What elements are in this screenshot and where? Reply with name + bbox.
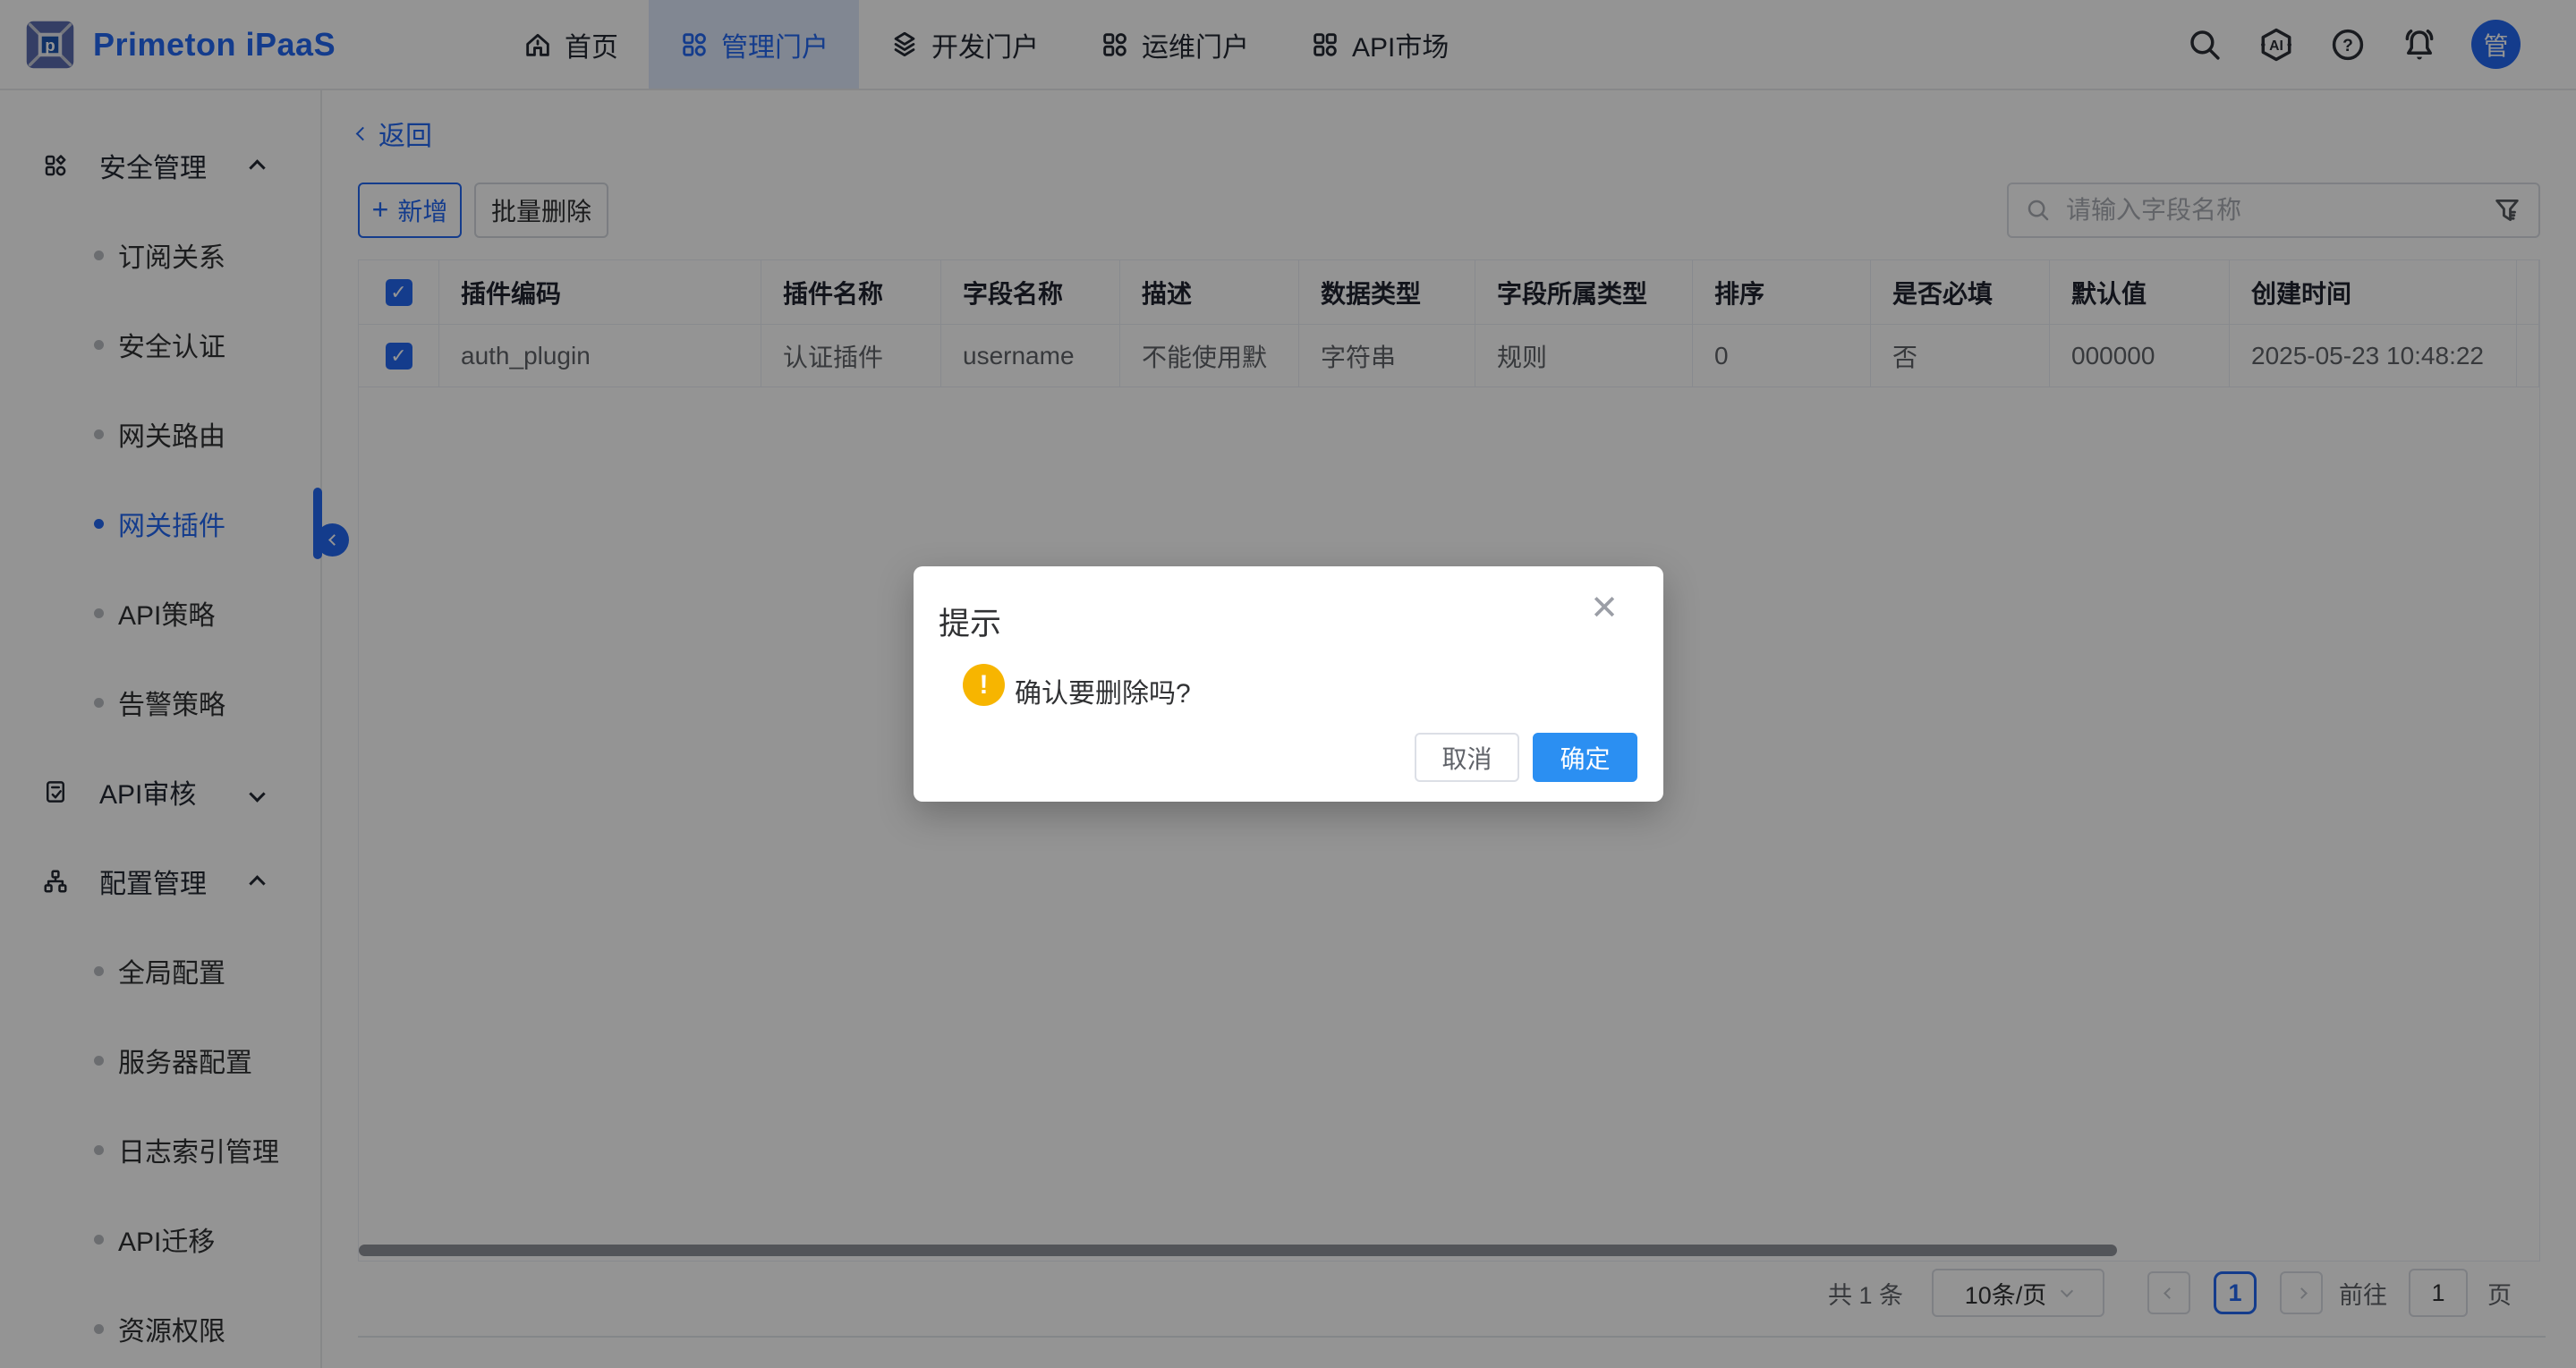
warning-icon: ! xyxy=(963,664,1005,706)
dialog-message: 确认要删除吗? xyxy=(1015,671,1191,710)
confirm-delete-dialog: 提示 ✕ ! 确认要删除吗? 取消 确定 xyxy=(914,566,1663,802)
confirm-button[interactable]: 确定 xyxy=(1533,733,1637,782)
close-icon[interactable]: ✕ xyxy=(1590,591,1619,625)
dialog-title: 提示 xyxy=(939,599,1001,644)
cancel-button[interactable]: 取消 xyxy=(1415,733,1519,782)
